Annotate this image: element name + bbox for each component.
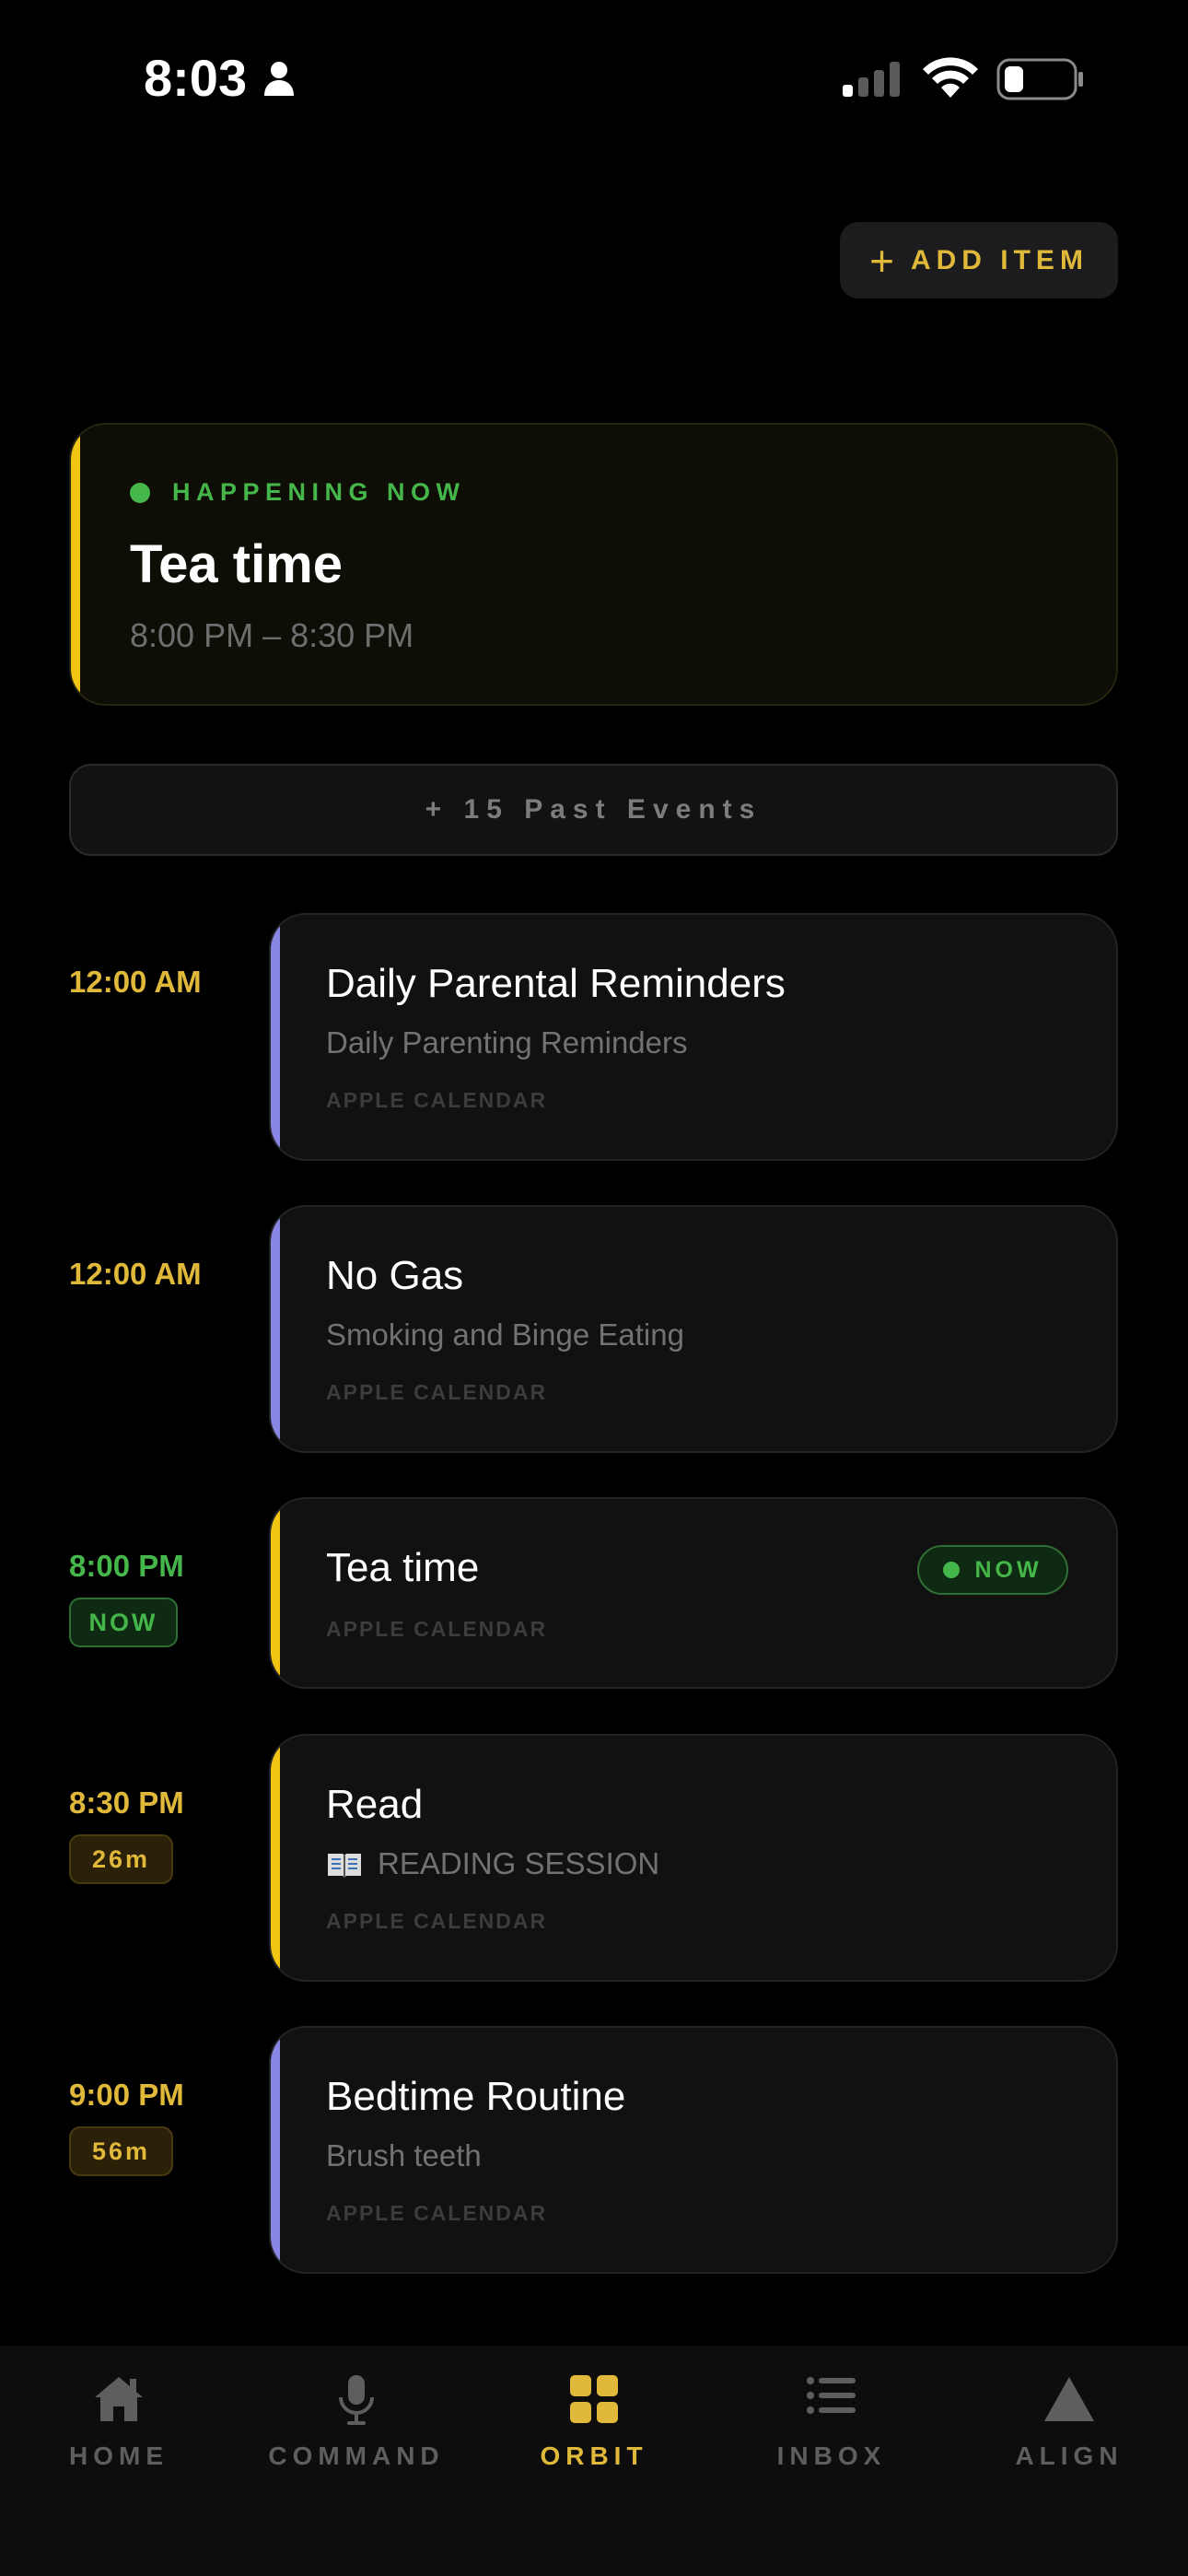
wifi-icon: [923, 57, 978, 98]
live-dot-icon: [943, 1562, 961, 1578]
now-badge-label: NOW: [974, 1556, 1042, 1583]
tab-command[interactable]: COMMAND: [238, 2346, 475, 2576]
event-title: No Gas: [326, 1253, 464, 1298]
time-until-chip: 26m: [69, 1834, 173, 1884]
card-accent-bar: [71, 425, 80, 704]
battery-icon: [996, 58, 1083, 100]
tab-inbox[interactable]: INBOX: [713, 2346, 950, 2576]
event-card-no-gas[interactable]: No Gas Smoking and Binge Eating APPLE CA…: [269, 1205, 1118, 1453]
list-icon: [807, 2377, 856, 2414]
event-accent-bar: [271, 1207, 280, 1451]
tab-label: ALIGN: [1015, 2441, 1124, 2470]
event-card-read[interactable]: Read READING SESSION APPLE CALENDAR: [269, 1734, 1118, 1982]
tab-align[interactable]: ALIGN: [950, 2346, 1188, 2576]
past-events-label: + 15 Past Events: [425, 794, 763, 825]
tab-label: COMMAND: [268, 2441, 445, 2470]
event-source: APPLE CALENDAR: [326, 1909, 548, 1933]
event-title: Read: [326, 1782, 424, 1827]
event-subtitle: Smoking and Binge Eating: [326, 1317, 684, 1352]
microphone-icon: [339, 2375, 374, 2425]
event-source: APPLE CALENDAR: [326, 1617, 548, 1641]
live-dot-icon: [130, 482, 150, 503]
event-subtitle: Brush teeth: [326, 2138, 482, 2172]
plus-icon: +: [869, 236, 894, 285]
tab-label: INBOX: [776, 2441, 887, 2470]
triangle-icon: [1044, 2377, 1094, 2421]
tab-label: ORBIT: [540, 2441, 648, 2470]
event-time: 8:00 PM: [69, 1549, 184, 1583]
event-title: Tea time: [326, 1545, 480, 1590]
status-bar: 8:03: [0, 0, 1188, 157]
event-subtitle: Daily Parenting Reminders: [326, 1025, 688, 1060]
event-source: APPLE CALENDAR: [326, 1380, 548, 1404]
happening-now-time-range: 8:00 PM – 8:30 PM: [130, 616, 414, 654]
tab-label: HOME: [69, 2441, 169, 2470]
open-book-icon: [328, 1854, 361, 1878]
event-accent-bar: [271, 915, 280, 1159]
status-time: 8:03: [144, 49, 248, 107]
event-time: 8:30 PM: [69, 1786, 184, 1820]
event-time: 12:00 AM: [69, 965, 202, 999]
event-accent-bar: [271, 1499, 280, 1687]
grid-icon: [570, 2375, 618, 2423]
time-until-chip: 56m: [69, 2126, 173, 2176]
tab-orbit[interactable]: ORBIT: [475, 2346, 713, 2576]
add-item-button[interactable]: + ADD ITEM: [840, 222, 1118, 299]
event-title: Daily Parental Reminders: [326, 961, 786, 1006]
event-source: APPLE CALENDAR: [326, 2201, 548, 2225]
event-accent-bar: [271, 2028, 280, 2272]
event-source: APPLE CALENDAR: [326, 1088, 548, 1112]
event-title: Bedtime Routine: [326, 2074, 626, 2119]
now-chip: NOW: [69, 1598, 178, 1647]
happening-now-text: HAPPENING NOW: [172, 478, 466, 506]
event-card-daily-parental-reminders[interactable]: Daily Parental Reminders Daily Parenting…: [269, 913, 1118, 1161]
tab-home[interactable]: HOME: [0, 2346, 238, 2576]
event-card-tea-time[interactable]: Tea time NOW APPLE CALENDAR: [269, 1497, 1118, 1689]
event-subtitle: READING SESSION: [378, 1846, 660, 1880]
person-icon: [264, 62, 294, 96]
happening-now-title: Tea time: [130, 534, 344, 594]
add-item-label: ADD ITEM: [910, 244, 1089, 275]
house-icon: [95, 2377, 143, 2421]
now-badge: NOW: [917, 1545, 1068, 1595]
event-card-bedtime-routine[interactable]: Bedtime Routine Brush teeth APPLE CALEND…: [269, 2026, 1118, 2274]
event-time: 12:00 AM: [69, 1257, 202, 1291]
cellular-signal-icon: [843, 62, 900, 97]
event-time: 9:00 PM: [69, 2078, 184, 2112]
tab-bar: HOME COMMAND ORBIT INBOX ALIGN: [0, 2346, 1188, 2576]
event-accent-bar: [271, 1736, 280, 1980]
happening-now-card[interactable]: HAPPENING NOW Tea time 8:00 PM – 8:30 PM: [69, 423, 1118, 706]
happening-now-label: HAPPENING NOW: [130, 478, 466, 507]
past-events-button[interactable]: + 15 Past Events: [69, 764, 1118, 856]
